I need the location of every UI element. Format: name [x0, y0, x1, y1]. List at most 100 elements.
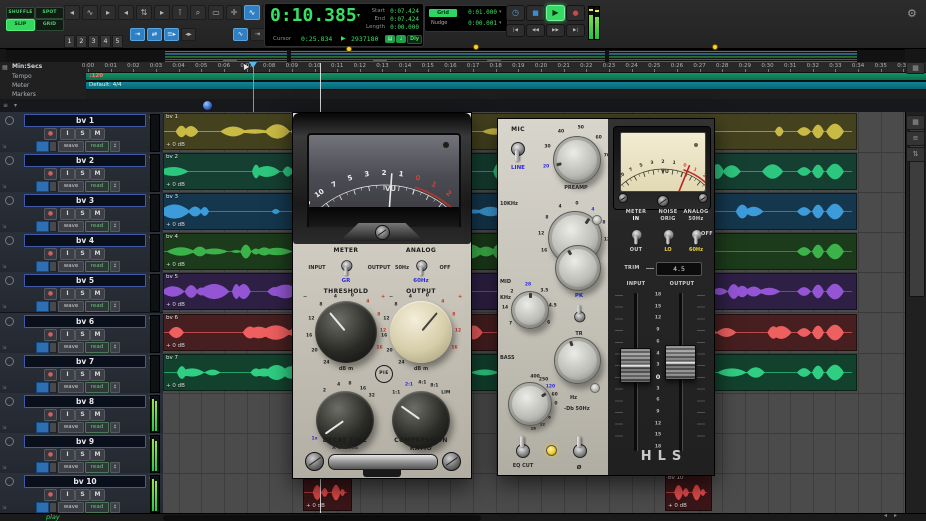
audio-clip[interactable]: bv 10+ 0 dB: [665, 474, 712, 511]
track-name-box[interactable]: bv 4: [24, 234, 146, 247]
insertion-follows-playback-icon[interactable]: ≡▸: [164, 28, 179, 41]
stop-button[interactable]: ■: [526, 5, 545, 21]
playhead-marker[interactable]: [249, 62, 257, 68]
hls-channel-plugin-window[interactable]: MIC LINE 203040506070 PREAMP 10KHz 16128…: [497, 118, 715, 476]
track-color-dot[interactable]: [5, 276, 14, 285]
track-options-icon[interactable]: [49, 462, 57, 473]
nudge-value[interactable]: 0:00.001: [461, 20, 497, 27]
track-input-button[interactable]: I: [60, 449, 75, 461]
track-options-icon[interactable]: [49, 181, 57, 192]
track-solo-button[interactable]: S: [75, 208, 90, 220]
track-view-selector[interactable]: wave: [58, 422, 84, 433]
track-color-dot[interactable]: [5, 317, 14, 326]
rewind-button[interactable]: ◀◀: [526, 24, 545, 37]
track-record-button[interactable]: ●: [44, 369, 57, 381]
timebase-label[interactable]: Min:Secs: [12, 63, 42, 70]
chevron-down-icon[interactable]: ▾: [357, 12, 360, 19]
return-to-zero-button[interactable]: |◀: [506, 24, 525, 37]
track-record-button[interactable]: ●: [44, 489, 57, 501]
track-resize-icon[interactable]: ⇲: [2, 465, 6, 471]
capture-timecode-icon[interactable]: ⇥: [250, 28, 265, 41]
track-mute-button[interactable]: M: [90, 329, 105, 341]
track-solo-button[interactable]: S: [75, 128, 90, 140]
track-view-selector[interactable]: wave: [58, 382, 84, 393]
track-mute-button[interactable]: M: [90, 409, 105, 421]
track-view-selector[interactable]: wave: [58, 342, 84, 353]
analog-hum-toggle[interactable]: [415, 255, 426, 276]
track-mute-button[interactable]: M: [90, 248, 105, 260]
chevron-down-icon[interactable]: ▾: [499, 9, 502, 15]
grid-mode-button[interactable]: Grid: [429, 9, 457, 17]
track-view-selector[interactable]: wave: [58, 261, 84, 272]
track-automation-selector[interactable]: read: [85, 301, 109, 312]
tempo-track-bar[interactable]: ♩120: [86, 73, 926, 80]
vu-screw-icon[interactable]: [698, 193, 708, 203]
meter-source-toggle[interactable]: [340, 255, 351, 276]
track-fader-icon[interactable]: ‡: [110, 261, 120, 272]
track-resize-icon[interactable]: ⇲: [2, 304, 6, 310]
track-fader-icon[interactable]: ‡: [110, 462, 120, 473]
ruler-tempo[interactable]: Tempo ♩120: [0, 72, 926, 81]
scroll-left-icon[interactable]: ◂: [884, 512, 887, 519]
zoom-preset-1[interactable]: 1: [64, 35, 75, 48]
chevron-down-icon[interactable]: ▾: [499, 20, 502, 26]
vertical-scrollbar[interactable]: [905, 112, 926, 513]
bass-button[interactable]: [590, 383, 600, 393]
track-resize-icon[interactable]: ⇲: [2, 144, 6, 150]
track-view-selector[interactable]: wave: [58, 301, 84, 312]
meter-lane-label[interactable]: Meter: [12, 82, 29, 89]
ruler-meter[interactable]: Meter Default: 4/4: [0, 81, 926, 90]
track-resize-icon[interactable]: ⇲: [2, 184, 6, 190]
track-name-box[interactable]: bv 1: [24, 114, 146, 127]
track-solo-button[interactable]: S: [75, 369, 90, 381]
track-fader-icon[interactable]: ‡: [110, 502, 120, 513]
waveform-zoom-icon[interactable]: ∿: [82, 5, 98, 20]
track-view-selector[interactable]: wave: [58, 502, 84, 513]
track-record-button[interactable]: ●: [44, 288, 57, 300]
session-sphere-icon[interactable]: [203, 101, 212, 110]
tab-to-transient-icon[interactable]: ⇥: [130, 28, 145, 41]
ruler-markers[interactable]: Markers: [0, 90, 926, 99]
track-resize-icon[interactable]: ⇲: [2, 224, 6, 230]
track-options-icon[interactable]: [49, 422, 57, 433]
track-record-button[interactable]: ●: [44, 168, 57, 180]
track-record-button[interactable]: ●: [44, 449, 57, 461]
track-automation-selector[interactable]: read: [85, 342, 109, 353]
track-name-box[interactable]: bv 6: [24, 315, 146, 328]
track-input-button[interactable]: I: [60, 409, 75, 421]
selection-end-value[interactable]: 0:07.424: [385, 16, 419, 23]
mid-freq-knob[interactable]: [511, 291, 549, 329]
track-options-icon[interactable]: [49, 382, 57, 393]
noise-toggle[interactable]: [662, 224, 673, 245]
track-options-icon[interactable]: [49, 502, 57, 513]
track-input-button[interactable]: I: [60, 168, 75, 180]
track-input-button[interactable]: I: [60, 288, 75, 300]
track-grow-arrow-icon[interactable]: ▸: [154, 5, 170, 20]
zoom-left-arrow-icon[interactable]: ◂: [64, 5, 80, 20]
track-color-dot[interactable]: [5, 397, 14, 406]
selection-length-value[interactable]: 0:00.000: [385, 24, 419, 31]
track-mute-button[interactable]: M: [90, 288, 105, 300]
track-color-dot[interactable]: [5, 236, 14, 245]
selection-start-value[interactable]: 0:07.424: [385, 8, 419, 15]
threshold-knob[interactable]: [315, 301, 377, 363]
zoom-preset-5[interactable]: 5: [112, 35, 123, 48]
track-color-dot[interactable]: [5, 156, 14, 165]
panel-screw-icon[interactable]: [305, 452, 324, 471]
trim-value-box[interactable]: 4.5: [656, 262, 702, 276]
track-input-button[interactable]: I: [60, 248, 75, 260]
input-fader-cap[interactable]: [620, 348, 651, 383]
online-button[interactable]: ◷: [506, 5, 525, 21]
track-options-icon[interactable]: [49, 221, 57, 232]
track-shrink-arrow-icon[interactable]: ◂: [118, 5, 134, 20]
track-record-button[interactable]: ●: [44, 409, 57, 421]
track-resize-icon[interactable]: ⇲: [2, 385, 6, 391]
ruler-grid-icon[interactable]: ▦: [2, 64, 8, 71]
track-view-selector[interactable]: wave: [58, 221, 84, 232]
preamp-knob[interactable]: [553, 136, 601, 184]
track-name-box[interactable]: bv 3: [24, 194, 146, 207]
meter-marker[interactable]: Default: 4/4: [89, 82, 122, 88]
zoom-right-arrow-icon[interactable]: ▸: [100, 5, 116, 20]
canvas-grid-icon[interactable]: ▦: [906, 115, 925, 130]
bass-gain-knob[interactable]: [554, 337, 601, 384]
